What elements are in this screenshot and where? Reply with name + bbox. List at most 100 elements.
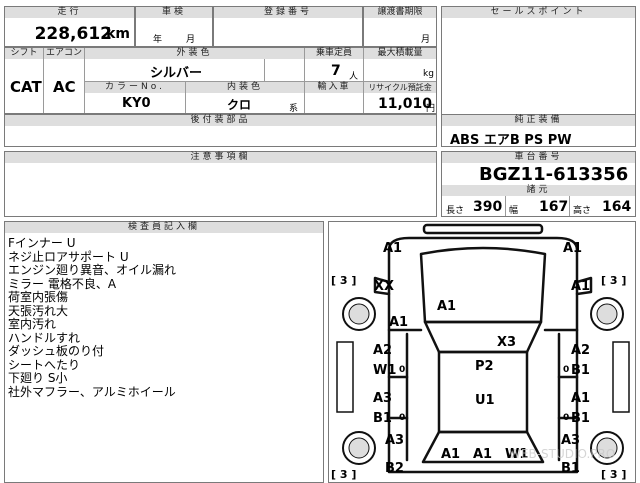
windshield-outline (423, 320, 543, 354)
code-left-front-door-b: W1 (373, 363, 396, 378)
front-bumper (422, 223, 544, 235)
max-load-label: 最大積載量 (364, 48, 436, 59)
width-label: 幅 (509, 206, 519, 216)
damage-map-box: [ 3 ] [ 3 ] [ 3 ] [ 3 ] A1 A1 XX A1 A1 A… (328, 221, 636, 483)
inspector-note: ダッシュ板のり付 (8, 344, 105, 358)
code-front-left-corner: A1 (383, 241, 402, 256)
registration-box: 登録番号 (213, 6, 363, 47)
width-value: 167 (539, 199, 569, 215)
code-right-front-door-b: 0 (563, 365, 569, 375)
interior-color-label: 内装色 (186, 82, 304, 93)
car-diagram: [ 3 ] [ 3 ] [ 3 ] [ 3 ] A1 A1 XX A1 A1 A… (331, 223, 630, 481)
inspector-note: ネジ止ロアサポート U (8, 249, 129, 264)
inspector-note: Fインナー U (8, 236, 76, 250)
code-hood: A1 (437, 299, 456, 314)
inspection-year-unit: 年 (153, 35, 163, 45)
code-rear-roof: U1 (475, 393, 495, 408)
color-no-value: KY0 (122, 96, 151, 111)
tire-tread-rear-left: [ 3 ] (331, 468, 356, 481)
interior-color-value: クロ (227, 98, 252, 112)
height-value: 164 (602, 199, 632, 215)
body-outline (387, 236, 579, 474)
notes-label: 注意事項欄 (5, 152, 436, 163)
tire-tread-front-left: [ 3 ] (331, 274, 356, 287)
code-right-quarter-a: A3 (561, 433, 580, 448)
code-windshield: X3 (497, 335, 516, 350)
tire-tread-rear-right: [ 3 ] (601, 468, 626, 481)
length-value: 390 (473, 199, 503, 215)
shift-label: シフト (5, 48, 43, 59)
inspector-note: 社外マフラー、アルミホイール (8, 384, 176, 399)
code-roof: P2 (475, 359, 494, 374)
mileage-label: 走行 (5, 7, 134, 18)
inspector-note: 荷室内張傷 (8, 290, 69, 304)
code-front-right-fender: A1 (571, 279, 590, 294)
code-left-front-door-c: 0 (399, 365, 405, 375)
import-label: 輸入車 (305, 82, 363, 93)
transfer-deadline-box: 譲渡書期限 月 (363, 6, 437, 47)
chassis-number: BGZ11-613356 (479, 164, 629, 185)
code-rear-left: A1 (441, 447, 460, 462)
code-right-rear-door-c: B1 (571, 411, 590, 426)
code-right-rear-door-a: A1 (571, 391, 590, 406)
inspector-box: 検査員記入欄 Fインナー U ネジ止ロアサポート U エンジン廻り異音、オイル漏… (4, 221, 324, 483)
code-left-rear-door-b: B1 (373, 411, 392, 426)
watermark: WEB-STUDIO.PRO (509, 447, 615, 461)
shift-value: CAT (10, 78, 42, 96)
inspection-box: 車検 年 月 (135, 6, 213, 47)
code-left-rear-door-c: 0 (399, 413, 405, 423)
recycle-value: 11,010 (378, 96, 433, 112)
code-right-front-door-c: B1 (571, 363, 590, 378)
ac-value: AC (53, 78, 76, 96)
code-rear-center: A1 (473, 447, 492, 462)
mileage-box: 走行 228,612 km (4, 6, 135, 47)
code-front-left-fender-b: A1 (389, 315, 408, 330)
inspector-note: ハンドルすれ (8, 330, 81, 345)
inspection-month-unit: 月 (186, 35, 196, 45)
code-left-front-door-a: A2 (373, 343, 392, 358)
inspector-notes: Fインナー U ネジ止ロアサポート U エンジン廻り異音、オイル漏れ ミラー 電… (8, 236, 176, 399)
code-front-right-corner: A1 (563, 241, 582, 256)
length-label: 長さ (446, 206, 465, 216)
exterior-color-value: シルバー (150, 66, 203, 81)
chassis-box: 車台番号 BGZ11-613356 諸元 長さ 390 幅 167 高さ 164 (441, 151, 636, 217)
capacity-value: 7 (331, 63, 341, 79)
registration-label: 登録番号 (214, 7, 362, 18)
code-right-front-door-a: A2 (571, 343, 590, 358)
spec-grid: シフト エアコン 外装色 乗車定員 最大積載量 CAT AC シルバー 7 人 … (4, 47, 437, 114)
inspection-label: 車検 (136, 7, 212, 18)
sales-point-label: セールスポイント (442, 7, 635, 18)
interior-color-suffix: 系 (289, 104, 299, 114)
recycle-label: リサイクル預託金 (364, 82, 436, 93)
height-label: 高さ (573, 206, 592, 216)
aftermarket-label: 後付装部品 (5, 115, 436, 126)
transfer-month-unit: 月 (421, 35, 431, 45)
inspector-note: 下廻り S小 (8, 371, 68, 385)
inspector-label: 検査員記入欄 (5, 222, 323, 233)
tire-tread-front-right: [ 3 ] (601, 274, 626, 287)
inspector-note: 天張汚れ大 (8, 303, 69, 318)
capacity-label: 乗車定員 (305, 48, 363, 59)
code-right-rear-door-b: 0 (563, 413, 569, 423)
chassis-label: 車台番号 (442, 152, 635, 163)
mileage-unit: km (106, 26, 130, 42)
max-load-unit: kg (423, 69, 434, 79)
exterior-color-label: 外装色 (85, 48, 304, 59)
code-right-quarter-b: B1 (561, 461, 580, 476)
dimensions-label: 諸元 (442, 185, 635, 196)
code-left-rear-door-a: A3 (373, 391, 392, 406)
notes-box: 注意事項欄 (4, 151, 437, 217)
aftermarket-box: 後付装部品 (4, 114, 437, 147)
code-left-quarter-b: B2 (385, 461, 404, 476)
mileage-value: 228,612 (34, 24, 112, 44)
code-front-left-fender-a: XX (374, 279, 394, 294)
code-left-quarter-a: A3 (385, 433, 404, 448)
inspector-note: シートへたり (8, 357, 81, 372)
transfer-deadline-label: 譲渡書期限 (364, 7, 436, 18)
inspector-note: 室内汚れ (8, 317, 57, 331)
oem-equipment-label: 純正装備 (442, 115, 635, 126)
ac-label: エアコン (44, 48, 84, 59)
oem-equipment-box: 純正装備 ABS エアB PS PW (441, 114, 636, 148)
capacity-unit: 人 (349, 72, 359, 82)
inspector-note: ミラー 電格不良、A (8, 276, 117, 291)
